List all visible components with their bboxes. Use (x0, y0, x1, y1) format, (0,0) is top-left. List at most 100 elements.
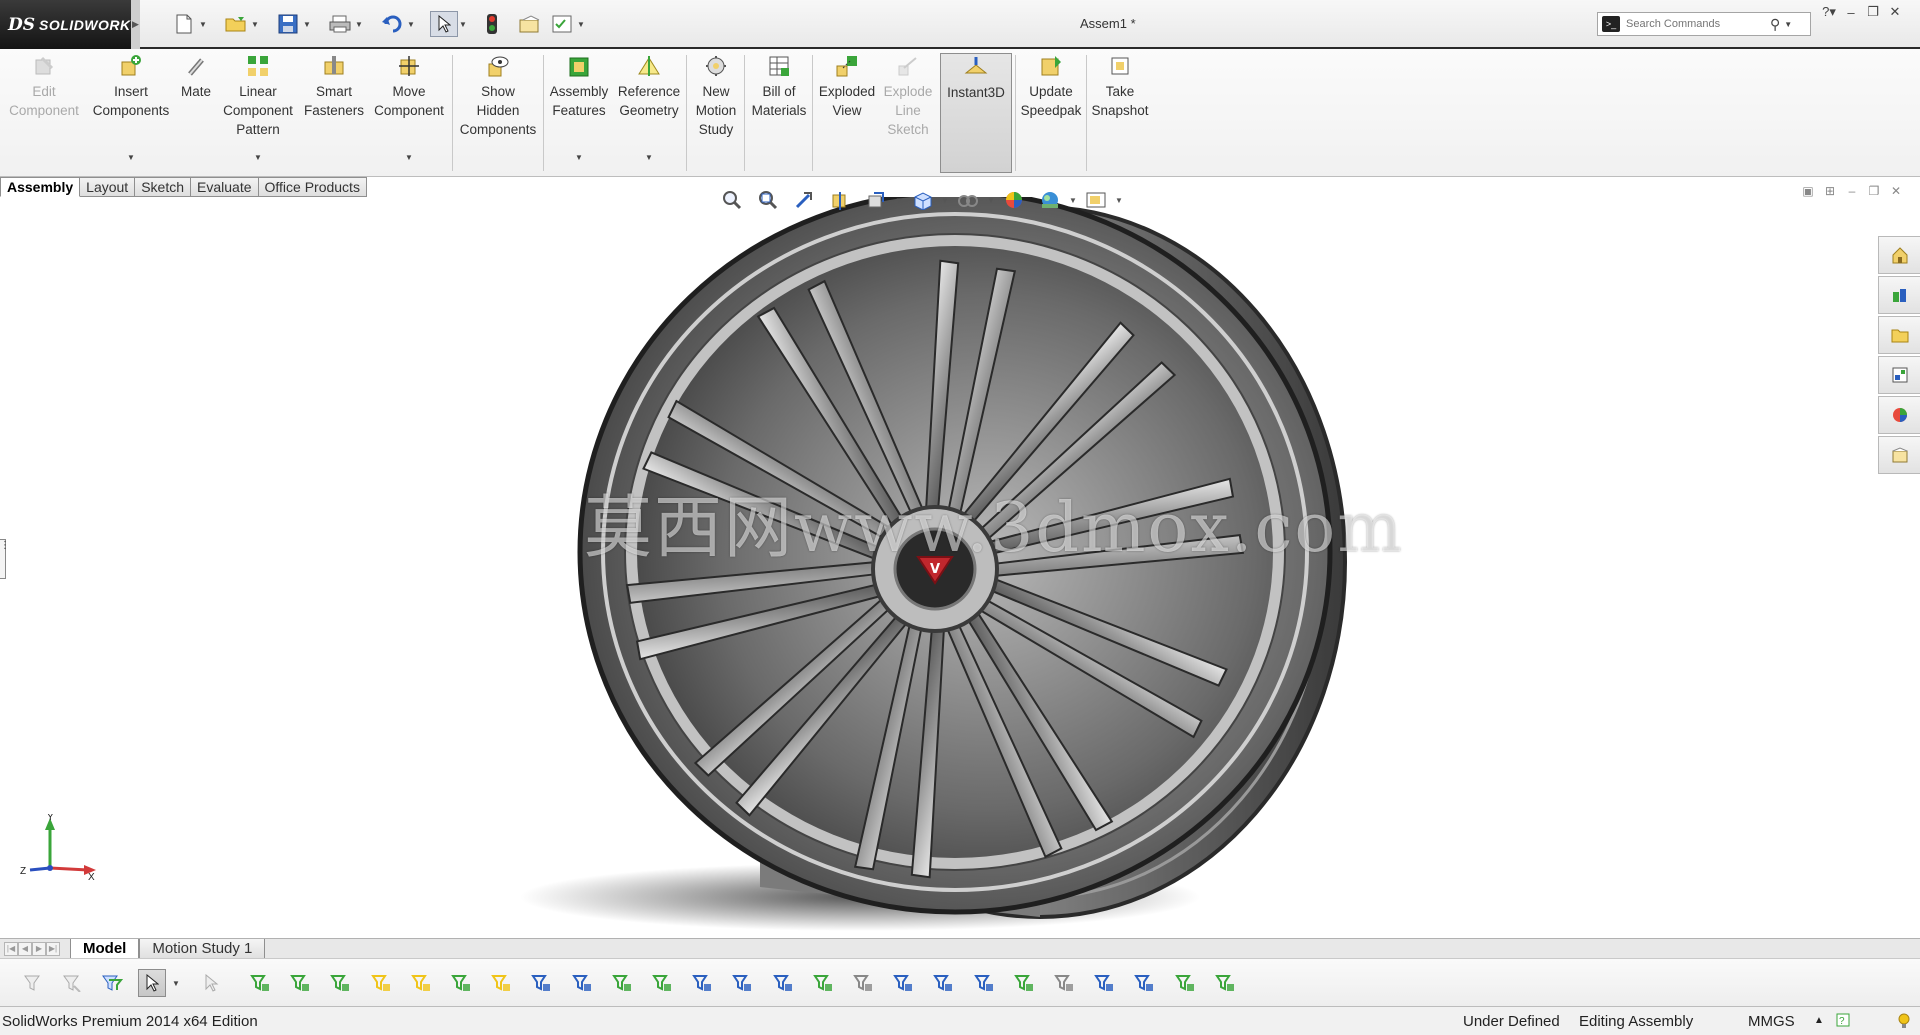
options-button[interactable] (548, 11, 576, 37)
task-pane-view-palette[interactable] (1878, 356, 1920, 394)
filter-block-button[interactable] (1050, 969, 1078, 997)
viewport-minimize-icon[interactable]: – (1844, 184, 1860, 198)
task-pane-home[interactable] (1878, 236, 1920, 274)
filter-hole-callout-button[interactable] (1211, 969, 1239, 997)
view-settings-dropdown[interactable]: ▼ (1115, 196, 1123, 205)
filter-face-button[interactable] (326, 969, 354, 997)
select-dropdown-arrow[interactable]: ▼ (458, 20, 468, 29)
annotation-dropdown[interactable]: ▼ (895, 196, 903, 205)
solidworks-logo[interactable]: DS SOLIDWORKS (0, 0, 140, 49)
filter-vertex-button[interactable] (246, 969, 274, 997)
filter-note-button[interactable] (849, 969, 877, 997)
filter-weld-symbol-button[interactable] (970, 969, 998, 997)
save-button[interactable] (274, 11, 302, 37)
filter-centerline-button[interactable] (688, 969, 716, 997)
linear-pattern-dropdown[interactable]: ▼ (254, 148, 262, 167)
new-dropdown-arrow[interactable]: ▼ (198, 20, 208, 29)
restore-button[interactable]: ❐ (1864, 4, 1882, 20)
scene-dropdown[interactable]: ▼ (1069, 196, 1077, 205)
new-motion-study-button[interactable]: New Motion Study (690, 53, 742, 173)
viewport-close-icon[interactable]: ✕ (1888, 184, 1904, 198)
tab-evaluate[interactable]: Evaluate (191, 177, 259, 197)
reference-geometry-dropdown[interactable]: ▼ (645, 148, 653, 167)
viewport-split-icon[interactable]: ▣ (1800, 184, 1816, 198)
open-dropdown-arrow[interactable]: ▼ (250, 20, 260, 29)
instant3d-button[interactable]: Instant3D (940, 53, 1012, 173)
bill-of-materials-button[interactable]: Bill of Materials (748, 53, 810, 173)
viewport-layout-icon[interactable]: ⊞ (1822, 184, 1838, 198)
search-commands-box[interactable]: >_ ⚲ ▼ (1597, 12, 1811, 36)
filter-solid-body-button[interactable] (407, 969, 435, 997)
move-component-dropdown[interactable]: ▼ (405, 148, 413, 167)
reference-geometry-button[interactable]: Reference Geometry ▼ (614, 53, 684, 173)
insert-components-button[interactable]: Insert Components ▼ (88, 53, 174, 173)
section-view-button[interactable] (823, 187, 857, 213)
view-orientation-button[interactable] (905, 187, 939, 213)
linear-component-pattern-button[interactable]: Linear Component Pattern ▼ (218, 53, 298, 173)
tooltip-lightbulb-icon[interactable] (1897, 1013, 1911, 1033)
undo-dropdown-arrow[interactable]: ▼ (406, 20, 416, 29)
filter-center-mark-button[interactable] (648, 969, 676, 997)
filter-axis-button[interactable] (447, 969, 475, 997)
view-settings-button[interactable] (1079, 187, 1113, 213)
help-icon[interactable]: ?▾ (1820, 4, 1838, 20)
units-selector[interactable]: MMGS (1748, 1013, 1795, 1030)
dynamic-annotation-button[interactable] (859, 187, 893, 213)
task-pane-appearances[interactable] (1878, 396, 1920, 434)
filter-surface-finish-button[interactable] (769, 969, 797, 997)
filter-cosmetic-thread-button[interactable] (1010, 969, 1038, 997)
move-component-button[interactable]: Move Component ▼ (368, 53, 450, 173)
close-button[interactable]: ✕ (1886, 4, 1904, 20)
filter-dimension-button[interactable] (728, 969, 756, 997)
select-tool-dropdown[interactable]: ▼ (172, 979, 180, 988)
units-up-arrow-icon[interactable]: ▲ (1814, 1015, 1824, 1026)
tab-layout[interactable]: Layout (80, 177, 136, 197)
rebuild-button[interactable] (478, 11, 506, 37)
filter-surface-body-button[interactable] (367, 969, 395, 997)
options-dropdown-arrow[interactable]: ▼ (576, 20, 586, 29)
edit-appearance-button[interactable] (997, 187, 1031, 213)
last-tab-arrow-icon[interactable]: ▶| (46, 941, 60, 956)
filter-geometric-tolerance-button[interactable] (809, 969, 837, 997)
open-button[interactable] (222, 11, 250, 37)
take-snapshot-button[interactable]: Take Snapshot (1090, 53, 1150, 173)
view-orientation-dropdown[interactable]: ▼ (941, 196, 949, 205)
clear-filters-button[interactable] (58, 969, 86, 997)
rebuild-status-icon[interactable]: ? (1836, 1013, 1850, 1031)
tab-office-products[interactable]: Office Products (258, 177, 367, 197)
assembly-features-button[interactable]: Assembly Features ▼ (546, 53, 612, 173)
search-dropdown-arrow[interactable]: ▼ (1784, 20, 1792, 29)
next-tab-arrow-icon[interactable]: ▶ (32, 941, 46, 956)
new-document-button[interactable] (170, 11, 198, 37)
hide-show-dropdown[interactable]: ▼ (987, 196, 995, 205)
zoom-to-area-button[interactable] (751, 187, 785, 213)
print-button[interactable] (326, 11, 354, 37)
prev-tab-arrow-icon[interactable]: ◀ (18, 941, 32, 956)
filter-sketch-point-button[interactable] (527, 969, 555, 997)
select-all-filters-button[interactable] (98, 969, 126, 997)
menu-expand-arrow[interactable]: ▶ (131, 0, 140, 49)
tab-motion-study-1[interactable]: Motion Study 1 (139, 938, 266, 959)
search-input[interactable] (1626, 18, 1766, 30)
zoom-to-fit-button[interactable] (715, 187, 749, 213)
filter-datum-target-button[interactable] (929, 969, 957, 997)
tab-sketch[interactable]: Sketch (135, 177, 192, 197)
search-icon[interactable]: ⚲ (1770, 16, 1780, 33)
print-dropdown-arrow[interactable]: ▼ (354, 20, 364, 29)
filter-routing-point-button[interactable] (1171, 969, 1199, 997)
display-style-button[interactable] (951, 187, 985, 213)
filter-midpoint-button[interactable] (608, 969, 636, 997)
show-hidden-components-button[interactable]: Show Hidden Components (456, 53, 540, 173)
task-pane-file-explorer[interactable] (1878, 316, 1920, 354)
explode-line-sketch-button[interactable]: Explode Line Sketch (880, 53, 936, 173)
mate-button[interactable]: Mate (176, 53, 216, 173)
minimize-button[interactable]: – (1842, 5, 1860, 20)
select-other-button[interactable] (198, 969, 226, 997)
assembly-features-dropdown[interactable]: ▼ (575, 148, 583, 167)
previous-view-button[interactable] (787, 187, 821, 213)
tab-model[interactable]: Model (70, 938, 140, 959)
tab-assembly[interactable]: Assembly (0, 177, 81, 197)
exploded-view-button[interactable]: Exploded View (816, 53, 878, 173)
save-dropdown-arrow[interactable]: ▼ (302, 20, 312, 29)
filter-dowel-pin-button[interactable] (1090, 969, 1118, 997)
